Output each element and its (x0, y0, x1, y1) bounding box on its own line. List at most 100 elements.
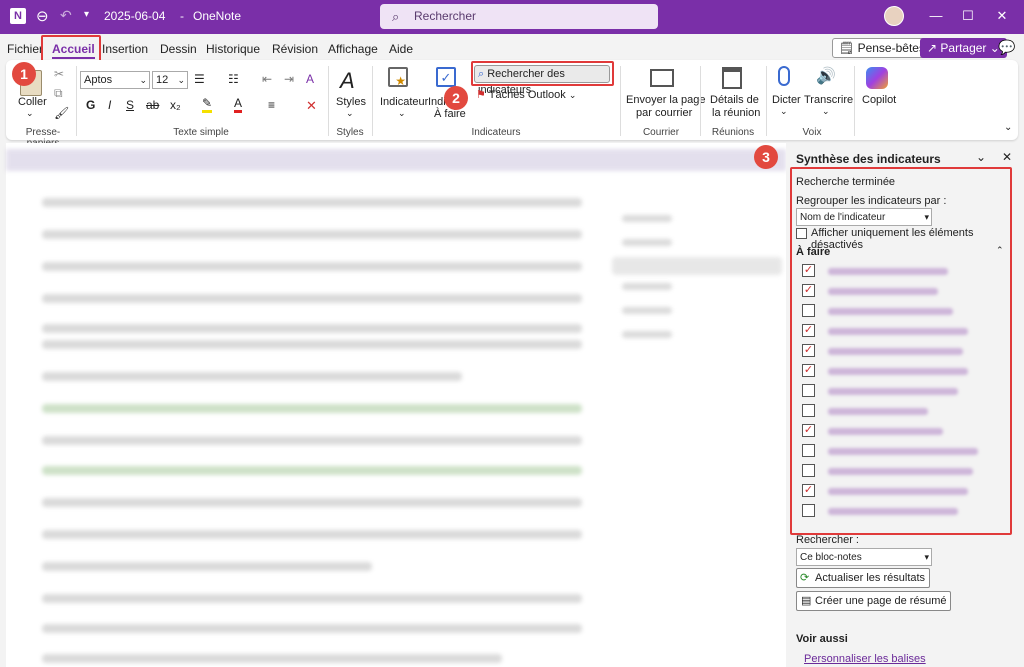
customize-qat-icon[interactable]: ▾ (84, 9, 89, 20)
comments-button[interactable]: 💬 (996, 38, 1018, 58)
underline-icon[interactable]: S (126, 98, 134, 112)
todo-checkbox-icon[interactable]: ✓ (436, 67, 456, 87)
refresh-results-button[interactable]: ⟳ Actualiser les résultats (796, 568, 931, 588)
paste-chevron-icon[interactable]: ⌄ (26, 108, 34, 119)
content-line (42, 340, 582, 349)
divider (76, 66, 77, 136)
partager-button[interactable]: ↗ Partager ⌄ (920, 38, 1007, 58)
create-summary-button[interactable]: ▤ Créer une page de résumé (796, 591, 952, 611)
paste-button[interactable]: Coller (18, 96, 47, 108)
dictate-button[interactable]: Dicter (772, 94, 801, 106)
pane-title: Synthèse des indicateurs (796, 152, 941, 166)
content-line (42, 436, 582, 445)
indent-icon[interactable]: ⇥ (284, 72, 294, 86)
divider (328, 66, 329, 136)
sidebar-page-item (622, 307, 672, 314)
transcribe-icon[interactable]: 🔊 (816, 66, 836, 86)
back-icon[interactable]: ⊖ (36, 7, 49, 25)
indicator-button[interactable]: Indicateur (380, 96, 428, 108)
outlook-tasks-button[interactable]: ⚑ Tâches Outlook ⌄ (476, 88, 576, 101)
transcribe-button[interactable]: Transcrire (804, 94, 853, 106)
clear-icon[interactable]: ✕ (306, 98, 317, 114)
avatar[interactable] (884, 6, 904, 26)
transcribe-chevron-icon[interactable]: ⌄ (822, 106, 830, 117)
refresh-results-label: Actualiser les résultats (815, 572, 926, 584)
font-name-value: Aptos (84, 74, 113, 86)
font-color-icon[interactable]: A (234, 96, 243, 113)
tab-historique[interactable]: Historique (206, 42, 260, 56)
highlight-icon[interactable]: ✎ (202, 96, 213, 113)
search-icon: ⌕ (392, 9, 400, 24)
document-date: 2025-06-04 (104, 9, 166, 23)
todo-button-line2[interactable]: À faire (434, 108, 466, 120)
group-label-voice: Voix (802, 127, 822, 138)
font-size-select[interactable]: 12 ⌄ (152, 71, 188, 89)
email-page-line1[interactable]: Envoyer la page (626, 94, 706, 106)
sidebar-page-item (622, 239, 672, 246)
indicator-chevron-icon[interactable]: ⌄ (398, 108, 406, 119)
font-size-value: 12 (156, 74, 169, 86)
outdent-icon[interactable]: ⇤ (262, 72, 272, 86)
numbering-icon[interactable]: ☷ (228, 72, 239, 86)
copy-icon[interactable]: ⧉ (54, 86, 63, 101)
meeting-details-line2[interactable]: la réunion (712, 107, 760, 119)
content-line (42, 372, 462, 381)
email-page-line2[interactable]: par courrier (636, 107, 692, 119)
flag-icon: ⚑ (476, 89, 486, 101)
content-line (42, 198, 582, 207)
format-painter-icon[interactable]: 🖌 (54, 106, 69, 120)
styles-button[interactable]: Styles (336, 96, 366, 108)
dictate-chevron-icon[interactable]: ⌄ (780, 106, 788, 117)
minimize-icon[interactable]: — (926, 8, 946, 23)
maximize-icon[interactable]: ☐ (958, 8, 978, 24)
copilot-button[interactable]: Copilot (862, 94, 896, 106)
close-icon[interactable]: ✕ (992, 8, 1012, 24)
divider (766, 66, 767, 136)
tab-insertion[interactable]: Insertion (102, 42, 148, 56)
chevron-down-icon[interactable]: ⌄ (976, 150, 986, 164)
sidebar-page-item (622, 215, 672, 222)
highlight-accueil (41, 35, 101, 62)
divider (854, 66, 855, 136)
strikethrough-icon[interactable]: ab (146, 98, 159, 112)
bold-icon[interactable]: G (86, 98, 95, 112)
sidebar-page-item (622, 283, 672, 290)
styles-chevron-icon[interactable]: ⌄ (346, 108, 354, 119)
group-label-meeting: Réunions (711, 127, 755, 138)
bullets-icon[interactable]: ☰ (194, 72, 205, 86)
title-separator: - (180, 9, 184, 23)
content-line (42, 404, 582, 413)
tab-affichage[interactable]: Affichage (328, 42, 378, 56)
cut-icon[interactable]: ✂ (54, 67, 64, 81)
clear-format-icon[interactable]: A (306, 72, 314, 86)
italic-icon[interactable]: I (108, 98, 111, 112)
content-line (42, 466, 582, 475)
calendar-icon[interactable] (722, 67, 742, 89)
undo-icon[interactable]: ↶ (60, 7, 72, 24)
tab-aide[interactable]: Aide (389, 42, 413, 56)
tab-revision[interactable]: Révision (272, 42, 318, 56)
align-icon[interactable]: ≡ (268, 98, 275, 112)
chevron-down-icon: ⌄ (568, 90, 577, 100)
page-content (6, 143, 786, 667)
styles-icon[interactable]: A (340, 68, 355, 94)
font-name-select[interactable]: Aptos ⌄ (80, 71, 150, 89)
customize-tags-link[interactable]: Personnaliser les balises (804, 653, 926, 665)
tag-indicator-icon[interactable]: ★ (388, 67, 408, 88)
search-box[interactable]: ⌕ Rechercher (380, 4, 658, 29)
summary-page-icon: ▤ (801, 595, 812, 607)
tab-fichier[interactable]: Fichier (7, 42, 43, 56)
search-placeholder: Rechercher (414, 9, 477, 23)
microphone-icon[interactable] (778, 66, 790, 86)
pense-betes-label: Pense-bêtes (857, 41, 925, 55)
email-icon[interactable] (650, 69, 674, 87)
close-pane-icon[interactable]: ✕ (1002, 150, 1012, 164)
ribbon-collapse-icon[interactable]: ⌄ (1004, 122, 1012, 133)
pense-betes-button[interactable]: 🗒 Pense-bêtes (832, 38, 932, 58)
tab-dessin[interactable]: Dessin (160, 42, 197, 56)
subscript-icon[interactable]: x₂ (170, 98, 181, 112)
meeting-details-line1[interactable]: Détails de (710, 94, 759, 106)
copilot-icon[interactable] (866, 67, 888, 89)
search-scope-select[interactable]: Ce bloc-notes ▾ (796, 548, 932, 566)
page-tab-strip (6, 149, 786, 171)
